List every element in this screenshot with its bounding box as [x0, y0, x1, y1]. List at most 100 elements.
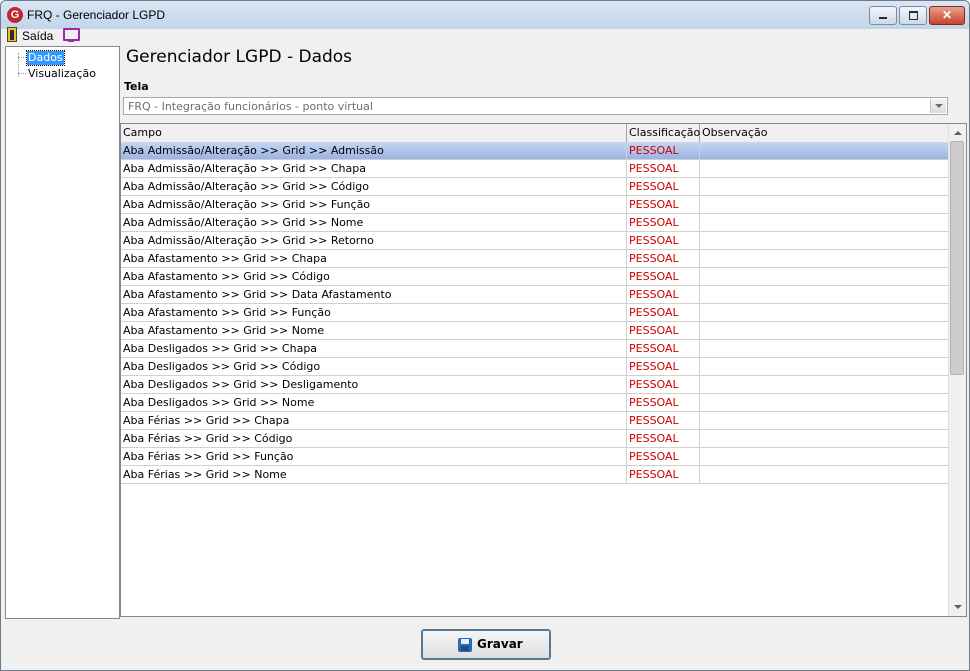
cell-campo[interactable]: Aba Férias >> Grid >> Código — [121, 430, 627, 447]
cell-observacao[interactable] — [700, 376, 949, 393]
maximize-button[interactable] — [899, 6, 927, 25]
cell-classificacao[interactable]: PESSOAL — [627, 232, 700, 249]
cell-observacao[interactable] — [700, 412, 949, 429]
table-row[interactable]: Aba Desligados >> Grid >> Desligamento PE… — [121, 376, 949, 394]
cell-classificacao[interactable]: PESSOAL — [627, 178, 700, 195]
table-row[interactable]: Aba Férias >> Grid >> Nome PESSOAL — [121, 466, 949, 484]
cell-campo[interactable]: Aba Afastamento >> Grid >> Código — [121, 268, 627, 285]
exit-door-icon[interactable] — [7, 27, 17, 42]
cell-campo[interactable]: Aba Desligados >> Grid >> Código — [121, 358, 627, 375]
cell-campo[interactable]: Aba Admissão/Alteração >> Grid >> Admiss… — [121, 142, 627, 159]
table-row[interactable]: Aba Admissão/Alteração >> Grid >> Chapa P… — [121, 160, 949, 178]
cell-campo[interactable]: Aba Afastamento >> Grid >> Chapa — [121, 250, 627, 267]
cell-classificacao[interactable]: PESSOAL — [627, 358, 700, 375]
cell-campo[interactable]: Aba Desligados >> Grid >> Chapa — [121, 340, 627, 357]
cell-campo[interactable]: Aba Admissão/Alteração >> Grid >> Função — [121, 196, 627, 213]
table-row[interactable]: Aba Admissão/Alteração >> Grid >> Retorn… — [121, 232, 949, 250]
cell-observacao[interactable] — [700, 466, 949, 483]
cell-classificacao[interactable]: PESSOAL — [627, 394, 700, 411]
table-row[interactable]: Aba Admissão/Alteração >> Grid >> Admiss… — [121, 142, 949, 160]
column-header-observacao[interactable]: Observação — [700, 124, 949, 142]
cell-campo[interactable]: Aba Afastamento >> Grid >> Função — [121, 304, 627, 321]
cell-observacao[interactable] — [700, 160, 949, 177]
table-row[interactable]: Aba Férias >> Grid >> Função PESSOAL — [121, 448, 949, 466]
table-row[interactable]: Aba Férias >> Grid >> Código PESSOAL — [121, 430, 949, 448]
table-row[interactable]: Aba Afastamento >> Grid >> Chapa PESSOAL — [121, 250, 949, 268]
table-row[interactable]: Aba Afastamento >> Grid >> Função PESSOAL — [121, 304, 949, 322]
cell-classificacao[interactable]: PESSOAL — [627, 214, 700, 231]
table-row[interactable]: Aba Desligados >> Grid >> Código PESSOAL — [121, 358, 949, 376]
cell-classificacao[interactable]: PESSOAL — [627, 448, 700, 465]
cell-classificacao[interactable]: PESSOAL — [627, 466, 700, 483]
chevron-down-icon[interactable] — [930, 99, 946, 113]
cell-observacao[interactable] — [700, 448, 949, 465]
cell-classificacao[interactable]: PESSOAL — [627, 250, 700, 267]
title-bar[interactable]: G FRQ - Gerenciador LGPD ✕ — [1, 1, 969, 30]
cell-classificacao[interactable]: PESSOAL — [627, 160, 700, 177]
table-row[interactable]: Aba Admissão/Alteração >> Grid >> Nome PE… — [121, 214, 949, 232]
cell-campo[interactable]: Aba Admissão/Alteração >> Grid >> Código — [121, 178, 627, 195]
cell-classificacao[interactable]: PESSOAL — [627, 196, 700, 213]
table-row[interactable]: Aba Admissão/Alteração >> Grid >> Função… — [121, 196, 949, 214]
cell-campo[interactable]: Aba Desligados >> Grid >> Desligamento — [121, 376, 627, 393]
cell-observacao[interactable] — [700, 394, 949, 411]
page-title: Gerenciador LGPD - Dados — [126, 47, 353, 67]
cell-observacao[interactable] — [700, 178, 949, 195]
save-button[interactable]: Gravar — [421, 629, 551, 660]
cell-observacao[interactable] — [700, 304, 949, 321]
cell-classificacao[interactable]: PESSOAL — [627, 304, 700, 321]
cell-classificacao[interactable]: PESSOAL — [627, 322, 700, 339]
cell-campo[interactable]: Aba Férias >> Grid >> Nome — [121, 466, 627, 483]
cell-classificacao[interactable]: PESSOAL — [627, 268, 700, 285]
cell-classificacao[interactable]: PESSOAL — [627, 286, 700, 303]
column-header-classificacao[interactable]: Classificação — [627, 124, 700, 142]
cell-observacao[interactable] — [700, 214, 949, 231]
table-row[interactable]: Aba Afastamento >> Grid >> Data Afastame… — [121, 286, 949, 304]
cell-observacao[interactable] — [700, 286, 949, 303]
exit-menu-item[interactable]: Saída — [22, 29, 53, 43]
tree-item-dados[interactable]: Dados — [26, 50, 65, 66]
cell-observacao[interactable] — [700, 340, 949, 357]
scroll-up-icon[interactable] — [949, 124, 966, 141]
table-row[interactable]: Aba Férias >> Grid >> Chapa PESSOAL — [121, 412, 949, 430]
cell-observacao[interactable] — [700, 358, 949, 375]
cell-campo[interactable]: Aba Férias >> Grid >> Chapa — [121, 412, 627, 429]
cell-campo[interactable]: Aba Férias >> Grid >> Função — [121, 448, 627, 465]
cell-campo[interactable]: Aba Afastamento >> Grid >> Nome — [121, 322, 627, 339]
table-row[interactable]: Aba Admissão/Alteração >> Grid >> Código… — [121, 178, 949, 196]
cell-campo[interactable]: Aba Desligados >> Grid >> Nome — [121, 394, 627, 411]
table-row[interactable]: Aba Afastamento >> Grid >> Código PESSOAL — [121, 268, 949, 286]
scroll-down-icon[interactable] — [949, 599, 966, 616]
menu-bar: Saída — [1, 27, 969, 45]
minimize-button[interactable] — [869, 6, 897, 25]
cell-campo[interactable]: Aba Afastamento >> Grid >> Data Afastame… — [121, 286, 627, 303]
cell-classificacao[interactable]: PESSOAL — [627, 142, 700, 159]
main-window: G FRQ - Gerenciador LGPD ✕ Saída Dados V… — [0, 0, 970, 671]
cell-classificacao[interactable]: PESSOAL — [627, 376, 700, 393]
cell-campo[interactable]: Aba Admissão/Alteração >> Grid >> Nome — [121, 214, 627, 231]
monitor-icon[interactable] — [63, 28, 80, 42]
table-row[interactable]: Aba Desligados >> Grid >> Chapa PESSOAL — [121, 340, 949, 358]
column-header-campo[interactable]: Campo — [121, 124, 627, 142]
cell-observacao[interactable] — [700, 142, 949, 159]
cell-classificacao[interactable]: PESSOAL — [627, 430, 700, 447]
table-row[interactable]: Aba Afastamento >> Grid >> Nome PESSOAL — [121, 322, 949, 340]
cell-campo[interactable]: Aba Admissão/Alteração >> Grid >> Chapa — [121, 160, 627, 177]
cell-observacao[interactable] — [700, 322, 949, 339]
cell-observacao[interactable] — [700, 196, 949, 213]
tree-item-visualizacao[interactable]: Visualização — [27, 67, 97, 81]
save-button-label: Gravar — [477, 637, 523, 651]
cell-observacao[interactable] — [700, 430, 949, 447]
cell-classificacao[interactable]: PESSOAL — [627, 340, 700, 357]
table-row[interactable]: Aba Desligados >> Grid >> Nome PESSOAL — [121, 394, 949, 412]
tela-dropdown[interactable]: FRQ - Integração funcionários - ponto vi… — [123, 97, 948, 115]
scroll-thumb[interactable] — [950, 141, 964, 375]
cell-observacao[interactable] — [700, 232, 949, 249]
cell-classificacao[interactable]: PESSOAL — [627, 412, 700, 429]
cell-observacao[interactable] — [700, 250, 949, 267]
cell-campo[interactable]: Aba Admissão/Alteração >> Grid >> Retorn… — [121, 232, 627, 249]
vertical-scrollbar[interactable] — [948, 124, 966, 616]
grid-header: Campo Classificação Observação — [121, 124, 949, 143]
close-button[interactable]: ✕ — [929, 6, 965, 25]
cell-observacao[interactable] — [700, 268, 949, 285]
